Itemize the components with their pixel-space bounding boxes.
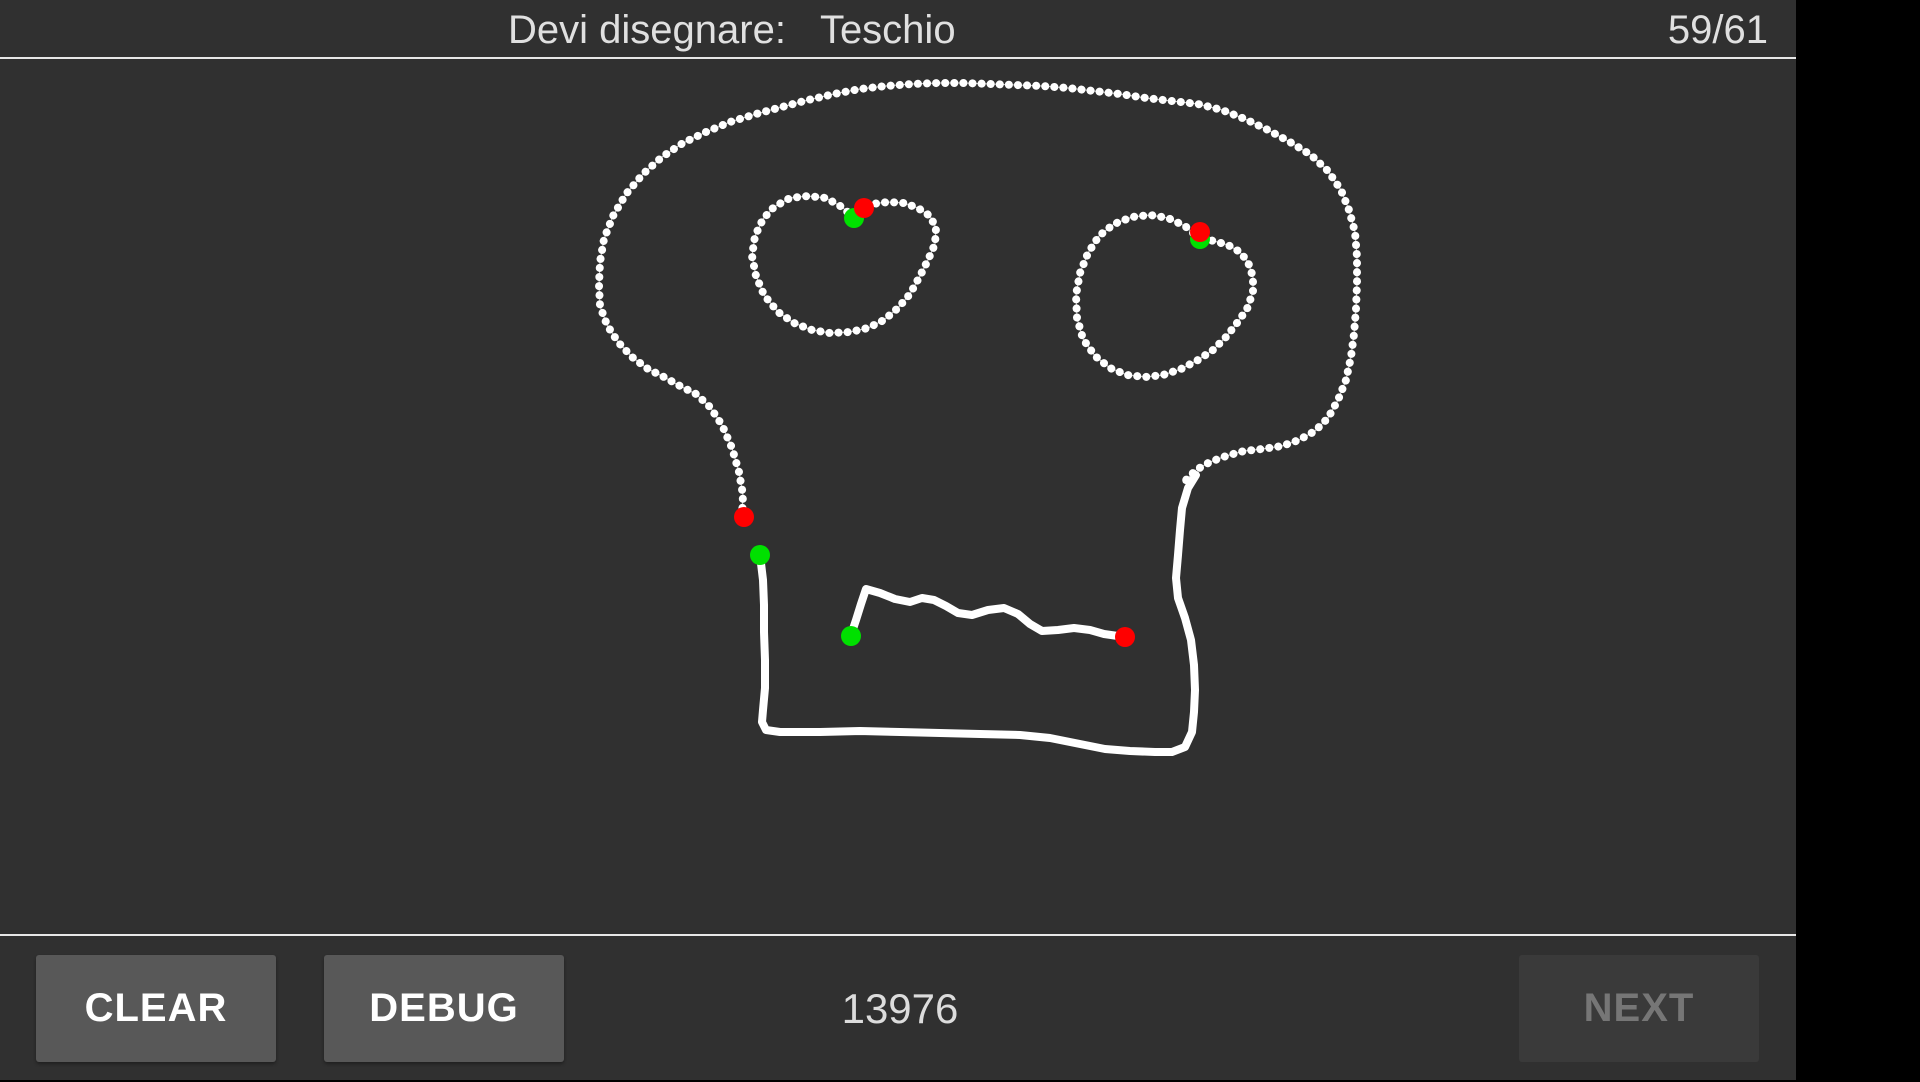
next-button[interactable]: NEXT xyxy=(1519,955,1759,1062)
left-eye-stroke xyxy=(748,192,940,337)
mouth-stroke xyxy=(847,585,1130,640)
start-marker xyxy=(841,626,861,646)
drawing-canvas[interactable] xyxy=(0,59,1796,934)
skull-outline-stroke xyxy=(595,79,1361,521)
end-marker xyxy=(734,507,754,527)
end-marker xyxy=(854,198,874,218)
progress-counter: 59/61 xyxy=(1667,8,1768,52)
drawn-strokes xyxy=(595,79,1361,756)
target-word: Teschio xyxy=(819,8,956,52)
score-display: 13976 xyxy=(841,985,959,1032)
bottom-bar: CLEAR DEBUG 13976 NEXT xyxy=(0,934,1796,1082)
end-marker xyxy=(1190,222,1210,242)
prompt-label: Devi disegnare: xyxy=(508,8,786,52)
top-bar: Devi disegnare: Teschio 59/61 xyxy=(0,0,1796,59)
clear-button[interactable]: CLEAR xyxy=(36,955,276,1062)
right-eye-stroke xyxy=(1072,211,1257,381)
start-marker xyxy=(750,545,770,565)
right-eye-stroke-trace xyxy=(1075,214,1254,378)
drawing-app: Devi disegnare: Teschio 59/61 CLEAR DEBUG… xyxy=(0,0,1796,1080)
stroke-markers xyxy=(734,198,1210,647)
end-marker xyxy=(1115,627,1135,647)
debug-button[interactable]: DEBUG xyxy=(324,955,564,1062)
drawing-prompt: Devi disegnare: Teschio xyxy=(508,4,956,56)
